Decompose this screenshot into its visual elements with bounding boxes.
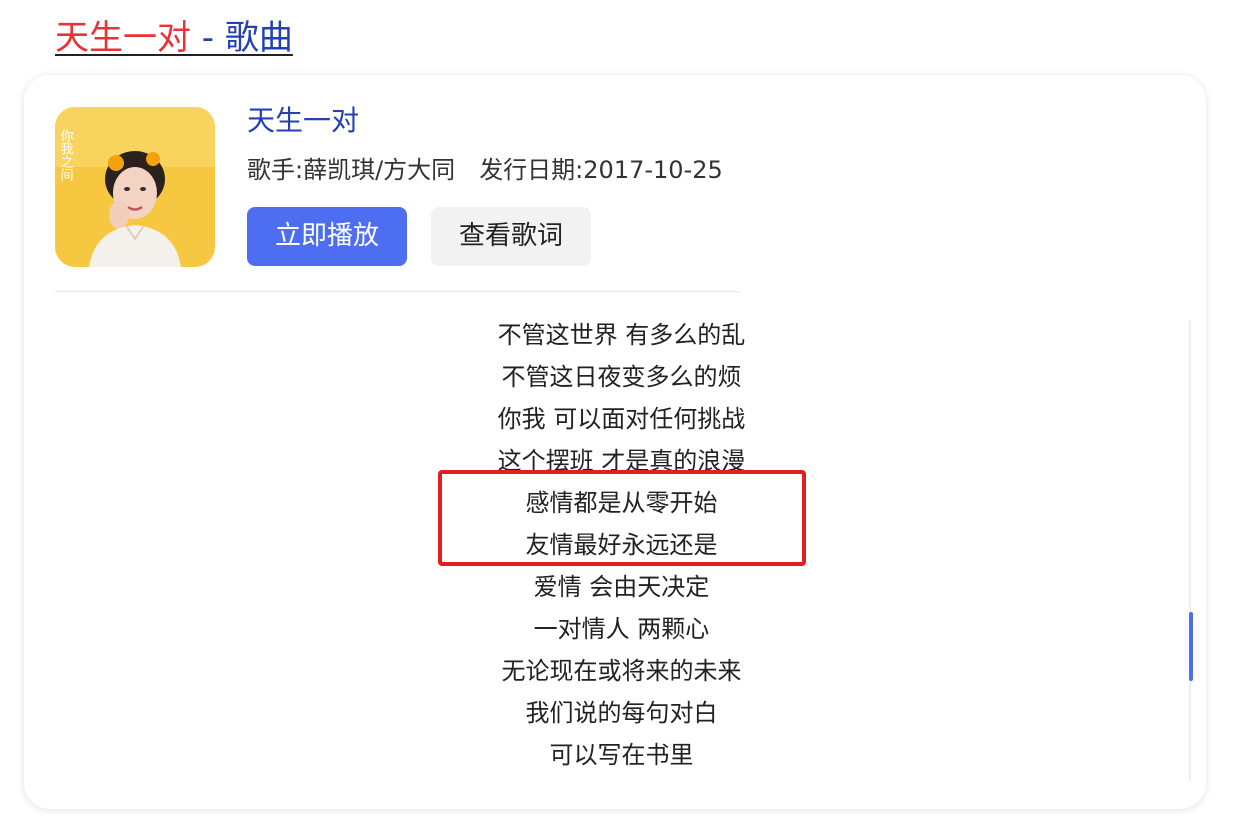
release-date-label: 发行日期: (479, 156, 584, 184)
play-now-button[interactable]: 立即播放 (247, 207, 407, 266)
release-date-value: 2017-10-25 (583, 156, 723, 184)
album-cover[interactable]: 你我之间 (55, 107, 215, 267)
title-suffix[interactable]: - 歌曲 (191, 18, 293, 58)
lyric-line: 不管这世界 有多么的乱 (497, 321, 746, 349)
lyric-line: 一对情人 两颗心 (533, 615, 710, 643)
lyric-line: 这个摆班 才是真的浪漫 (497, 447, 746, 475)
lyrics-scrollbar-thumb[interactable] (1189, 612, 1193, 681)
song-card: 你我之间 天生一对 歌手:薛凯琪/方大同 发行日期:2017-10-25 立即播放… (24, 75, 1206, 809)
lyrics-scrollbar-track[interactable] (1189, 321, 1191, 781)
song-meta: 歌手:薛凯琪/方大同 发行日期:2017-10-25 (247, 153, 723, 187)
album-cover-portrait-icon: 你我之间 (55, 107, 215, 267)
result-title-link[interactable]: 天生一对 - 歌曲 (55, 16, 293, 60)
singer-value: 薛凯琪/方大同 (303, 156, 456, 184)
lyrics-list: 不管这世界 有多么的乱 不管这日夜变多么的烦 你我 可以面对任何挑战 这个摆班 … (24, 314, 1206, 776)
singer-label: 歌手: (247, 156, 304, 184)
view-lyrics-button[interactable]: 查看歌词 (431, 207, 591, 266)
lyrics-scroll-area[interactable]: 不管这世界 有多么的乱 不管这日夜变多么的烦 你我 可以面对任何挑战 这个摆班 … (24, 314, 1206, 784)
song-name-link[interactable]: 天生一对 (247, 102, 359, 140)
lyric-line: 爱情 会由天决定 (533, 573, 710, 601)
lyric-line: 我们说的每句对白 (525, 699, 718, 727)
lyric-line: 感情都是从零开始 (525, 489, 718, 517)
lyric-line: 你我 可以面对任何挑战 (497, 405, 746, 433)
cover-text: 你我之间 (58, 129, 74, 181)
title-highlight[interactable]: 天生一对 (55, 18, 191, 58)
divider (55, 291, 739, 292)
lyric-line: 友情最好永远还是 (525, 531, 718, 559)
lyric-line: 不管这日夜变多么的烦 (501, 363, 742, 391)
lyric-line: 可以写在书里 (549, 741, 694, 769)
lyric-line: 无论现在或将来的未来 (501, 657, 742, 685)
